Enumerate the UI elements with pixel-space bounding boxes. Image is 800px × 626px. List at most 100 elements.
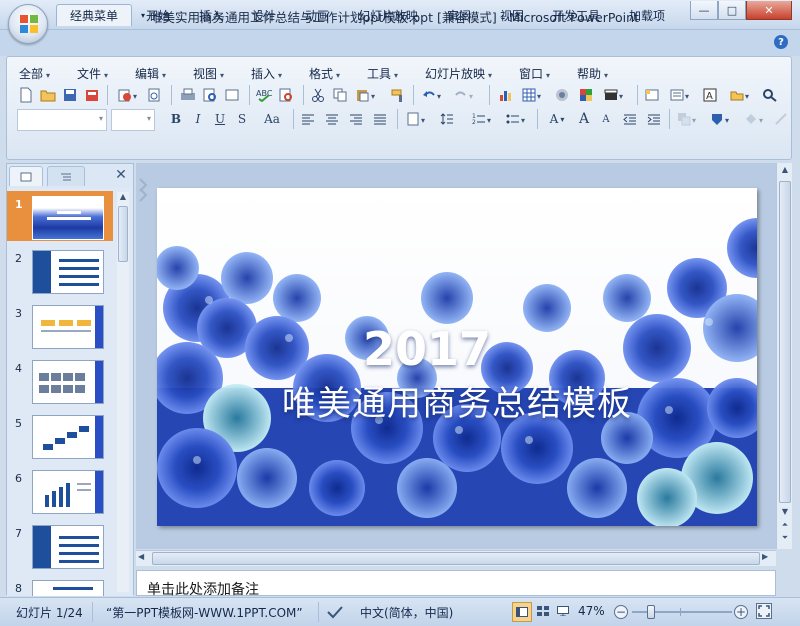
color-icon[interactable] bbox=[577, 85, 595, 105]
shape-fill-icon[interactable]: ▾ bbox=[741, 109, 771, 129]
underline-button[interactable]: U bbox=[211, 109, 229, 129]
maximize-button[interactable]: □ bbox=[718, 1, 746, 20]
layout-icon[interactable]: ▾ bbox=[667, 85, 697, 105]
slide-thumbnail-1[interactable] bbox=[32, 196, 104, 240]
slide-thumbnail-5[interactable] bbox=[32, 415, 104, 459]
scroll-thumb[interactable] bbox=[779, 181, 791, 503]
shape-outline-icon[interactable] bbox=[773, 109, 789, 129]
tab-home[interactable]: 开始 bbox=[133, 4, 183, 26]
zoom-level[interactable]: 47% bbox=[578, 604, 605, 618]
grow-font-button[interactable]: A bbox=[575, 109, 593, 129]
research-icon[interactable] bbox=[277, 85, 295, 105]
slide-thumbnail-6[interactable] bbox=[32, 470, 104, 514]
menu-slideshow[interactable]: 幻灯片放映 ▾ bbox=[425, 65, 492, 82]
find-icon[interactable] bbox=[759, 85, 781, 105]
redo-icon[interactable]: ▾ bbox=[451, 85, 481, 105]
tab-animation[interactable]: 动画 bbox=[292, 4, 342, 26]
new-icon[interactable] bbox=[17, 85, 35, 105]
permission-icon[interactable] bbox=[83, 85, 101, 105]
numbering-icon[interactable]: 1 2 ▾ bbox=[469, 109, 499, 129]
bullets-icon[interactable]: ▾ bbox=[503, 109, 533, 129]
print-icon[interactable] bbox=[179, 85, 197, 105]
font-name-combo[interactable]: ▾ bbox=[17, 109, 107, 131]
scroll-down-icon[interactable]: ▼ bbox=[779, 507, 791, 519]
slide-thumbnail-8[interactable] bbox=[32, 580, 104, 596]
new-slide-icon[interactable] bbox=[643, 85, 661, 105]
bold-button[interactable]: B bbox=[167, 109, 185, 129]
decrease-indent-icon[interactable] bbox=[621, 109, 639, 129]
font-color-button[interactable]: A ▾ bbox=[543, 109, 571, 129]
close-button[interactable]: ✕ bbox=[746, 1, 792, 20]
menu-file[interactable]: 文件 ▾ bbox=[77, 65, 108, 82]
tab-design[interactable]: 设计 bbox=[239, 4, 289, 26]
help-icon[interactable]: ? bbox=[774, 35, 788, 49]
quick-styles-icon[interactable]: ▾ bbox=[707, 109, 737, 129]
slides-tab[interactable] bbox=[9, 166, 43, 186]
zoom-slider-thumb[interactable] bbox=[647, 605, 655, 619]
scroll-up-icon[interactable]: ▲ bbox=[117, 192, 129, 204]
change-case-button[interactable]: Aa bbox=[257, 109, 287, 129]
tab-insert[interactable]: 插入 bbox=[186, 4, 236, 26]
notes-pane[interactable]: 单击此处添加备注 bbox=[136, 570, 776, 598]
fit-to-window-icon[interactable] bbox=[756, 603, 772, 619]
copy-icon[interactable] bbox=[331, 85, 349, 105]
scroll-thumb[interactable] bbox=[118, 206, 128, 262]
scroll-thumb[interactable] bbox=[152, 552, 760, 565]
textbox-icon[interactable]: A bbox=[701, 85, 719, 105]
slide-thumbnail-3[interactable] bbox=[32, 305, 104, 349]
menu-tools[interactable]: 工具 ▾ bbox=[367, 65, 398, 82]
italic-button[interactable]: I bbox=[189, 109, 207, 129]
slide-thumbnail-4[interactable] bbox=[32, 360, 104, 404]
shapes-icon[interactable]: ▾ bbox=[727, 85, 757, 105]
slide-horizontal-scrollbar[interactable]: ◀ ▶ bbox=[136, 550, 776, 566]
spell-check-icon[interactable] bbox=[326, 604, 344, 620]
zoom-out-icon[interactable]: − bbox=[614, 605, 628, 619]
slide-title[interactable]: 唯美通用商务总结模板 bbox=[157, 376, 757, 425]
align-left-icon[interactable] bbox=[299, 109, 317, 129]
menu-all[interactable]: 全部 ▾ bbox=[19, 65, 50, 82]
menu-help[interactable]: 帮助 ▾ bbox=[577, 65, 608, 82]
align-right-icon[interactable] bbox=[347, 109, 365, 129]
justify-icon[interactable] bbox=[371, 109, 389, 129]
slideshow-icon[interactable] bbox=[554, 602, 572, 620]
slide-thumbnail-2[interactable] bbox=[32, 250, 104, 294]
save-icon[interactable] bbox=[61, 85, 79, 105]
shrink-font-button[interactable]: A bbox=[597, 109, 615, 129]
minimize-button[interactable]: — bbox=[690, 1, 718, 20]
format-painter-icon[interactable] bbox=[389, 85, 407, 105]
tab-view[interactable]: 视图 bbox=[487, 4, 537, 26]
previous-slide-icon[interactable]: ⏶ bbox=[779, 520, 791, 532]
outline-tab[interactable] bbox=[47, 166, 85, 186]
attach-icon[interactable] bbox=[145, 85, 163, 105]
open-icon[interactable] bbox=[39, 85, 57, 105]
cut-icon[interactable] bbox=[309, 85, 327, 105]
chart-icon[interactable] bbox=[497, 85, 515, 105]
language[interactable]: 中文(简体，中国) bbox=[360, 604, 453, 621]
close-panel-icon[interactable]: ✕ bbox=[112, 166, 130, 184]
tab-review[interactable]: 审阅 bbox=[434, 4, 484, 26]
menu-insert[interactable]: 插入 ▾ bbox=[251, 65, 282, 82]
shadow-button[interactable]: S bbox=[233, 109, 251, 129]
menu-view[interactable]: 视图 ▾ bbox=[193, 65, 224, 82]
text-direction-icon[interactable]: ▾ bbox=[403, 109, 433, 129]
page-setup-icon[interactable] bbox=[223, 85, 241, 105]
tab-slideshow[interactable]: 幻灯片放映 bbox=[345, 4, 431, 26]
clipart-icon[interactable] bbox=[553, 85, 571, 105]
office-button[interactable] bbox=[8, 4, 48, 44]
table-icon[interactable]: ▾ bbox=[519, 85, 549, 105]
normal-view-icon[interactable] bbox=[512, 602, 532, 622]
undo-icon[interactable]: ▾ bbox=[419, 85, 449, 105]
grayscale-icon[interactable]: ▾ bbox=[601, 85, 631, 105]
tab-addins[interactable]: 加载项 bbox=[616, 4, 678, 26]
slide-sorter-icon[interactable] bbox=[534, 602, 552, 620]
scroll-left-icon[interactable]: ◀ bbox=[138, 552, 150, 564]
font-size-combo[interactable]: ▾ bbox=[111, 109, 155, 131]
publish-icon[interactable]: ▾ bbox=[115, 85, 141, 105]
spelling-icon[interactable]: ABC bbox=[255, 85, 273, 105]
tab-developer[interactable]: 开发工具 bbox=[539, 4, 613, 26]
menu-edit[interactable]: 编辑 ▾ bbox=[135, 65, 166, 82]
menu-format[interactable]: 格式 ▾ bbox=[309, 65, 340, 82]
line-spacing-icon[interactable] bbox=[437, 109, 467, 129]
slide-vertical-scrollbar[interactable]: ▲ ▼ ⏶ ⏷ bbox=[776, 163, 792, 549]
slide-year[interactable]: 2017 bbox=[157, 322, 697, 376]
